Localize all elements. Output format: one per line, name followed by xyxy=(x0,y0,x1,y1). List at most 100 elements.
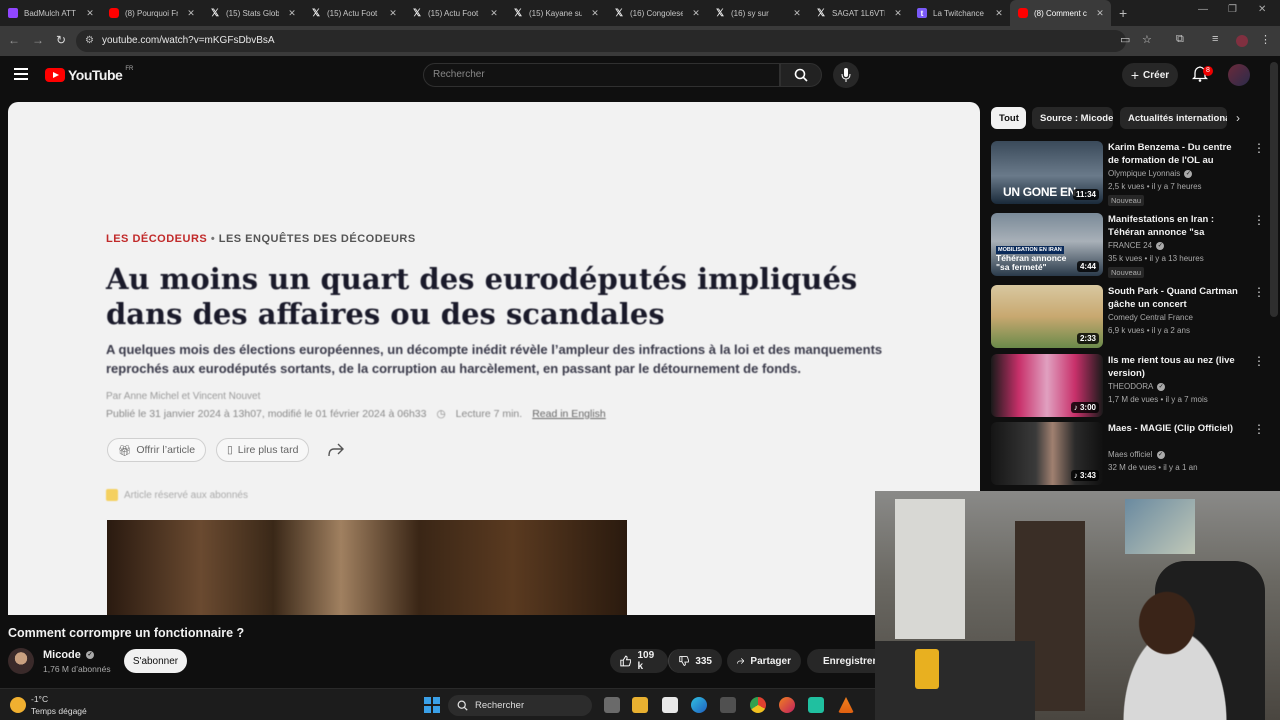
account-avatar[interactable] xyxy=(1228,64,1250,86)
video-title: South Park - Quand Cartman gâche un conc… xyxy=(1108,286,1238,310)
firefox-icon[interactable] xyxy=(779,697,795,713)
browser-tab[interactable]: t La Twitchance ✕ xyxy=(909,0,1010,26)
browser-tab[interactable]: 𝕏 (15) Stats Glob ✕ xyxy=(202,0,303,26)
close-tab-icon[interactable]: ✕ xyxy=(487,8,501,19)
close-tab-icon[interactable]: ✕ xyxy=(790,8,804,19)
minimize-icon[interactable]: — xyxy=(1198,4,1208,15)
more-options-icon[interactable]: ⋮ xyxy=(1253,286,1265,298)
more-options-icon[interactable]: ⋮ xyxy=(1253,214,1265,226)
taskbar-search[interactable]: Rechercher xyxy=(448,695,592,716)
like-count: 109 k xyxy=(637,650,655,672)
reload-icon[interactable]: ↻ xyxy=(56,33,66,47)
video-thumbnail[interactable]: UN GONE EN 11:34 xyxy=(991,141,1103,204)
browser-menu-icon[interactable]: ⋮ xyxy=(1260,33,1271,46)
channel-name[interactable]: Micode ✓ xyxy=(43,649,94,661)
browser-tab[interactable]: 𝕏 (15) Actu Foot ✕ xyxy=(303,0,404,26)
recommendation-item[interactable]: UN GONE EN 11:34 Karim Benzema - Du cent… xyxy=(991,141,1265,206)
share-button[interactable]: Partager xyxy=(727,649,801,673)
close-tab-icon[interactable]: ✕ xyxy=(1093,8,1107,19)
close-tab-icon[interactable]: ✕ xyxy=(285,8,299,19)
url-field[interactable]: ⚙ youtube.com/watch?v=mKGFsDbvBsA xyxy=(76,30,1126,52)
voice-search-button[interactable] xyxy=(833,62,859,88)
x-icon: 𝕏 xyxy=(412,7,422,19)
recommendation-item[interactable]: 2:33 South Park - Quand Cartman gâche un… xyxy=(991,285,1265,349)
youtube-icon xyxy=(1018,8,1028,18)
dislike-button[interactable]: 335 xyxy=(668,649,722,673)
channel-name-text: Olympique Lyonnais xyxy=(1108,169,1181,178)
new-tab-icon[interactable]: + xyxy=(1119,5,1127,21)
recommendation-item[interactable]: ♪ 3:43 Maes - MAGIE (Clip Officiel) Maes… xyxy=(991,422,1265,486)
video-player[interactable]: LES DÉCODEURS • LES ENQUÊTES DES DÉCODEU… xyxy=(8,102,980,615)
chrome-icon[interactable] xyxy=(750,697,766,713)
browser-tab[interactable]: 𝕏 SAGAT 1L6VTE ✕ xyxy=(808,0,909,26)
more-options-icon[interactable]: ⋮ xyxy=(1253,142,1265,154)
page-scrollbar[interactable] xyxy=(1270,62,1278,317)
more-options-icon[interactable]: ⋮ xyxy=(1253,355,1265,367)
chip-international-news[interactable]: Actualités internationales xyxy=(1120,107,1227,129)
profile-icon[interactable] xyxy=(1236,35,1248,47)
close-tab-icon[interactable]: ✕ xyxy=(386,8,400,19)
close-tab-icon[interactable]: ✕ xyxy=(689,8,703,19)
close-tab-icon[interactable]: ✕ xyxy=(588,8,602,19)
video-thumbnail[interactable]: ♪ 3:00 xyxy=(991,354,1103,417)
cast-icon[interactable]: ▭ xyxy=(1120,33,1130,46)
task-view-icon[interactable] xyxy=(604,697,620,713)
back-icon[interactable]: ← xyxy=(8,33,20,47)
vlc-icon[interactable] xyxy=(838,697,854,713)
window-close-icon[interactable]: ✕ xyxy=(1258,4,1266,15)
browser-tab[interactable]: BadMulch ATT ✕ xyxy=(0,0,101,26)
browser-tab[interactable]: (8) Pourquoi Fr ✕ xyxy=(101,0,202,26)
store-icon[interactable] xyxy=(720,697,736,713)
streamer-webcam xyxy=(875,491,1280,720)
close-tab-icon[interactable]: ✕ xyxy=(992,8,1006,19)
webcam-streamer xyxy=(1095,581,1255,720)
browser-tab[interactable]: 𝕏 (16) sy sur ✕ xyxy=(707,0,808,26)
weather-moon-icon[interactable] xyxy=(10,697,26,713)
tab-title: (15) Actu Foot xyxy=(428,8,479,18)
browser-tab-active[interactable]: (8) Comment c ✕ xyxy=(1010,0,1111,26)
forward-icon[interactable]: → xyxy=(32,33,44,47)
browser-tab[interactable]: 𝕏 (16) Congolese ✕ xyxy=(606,0,707,26)
browser-tab[interactable]: 𝕏 (15) Kayane su ✕ xyxy=(505,0,606,26)
site-info-icon[interactable]: ⚙ xyxy=(85,30,94,52)
windows-start-icon[interactable] xyxy=(424,697,440,713)
x-icon: 𝕏 xyxy=(715,7,725,19)
recommendation-item[interactable]: ♪ 3:00 Ils me rient tous au nez (live ve… xyxy=(991,354,1265,418)
recommendation-item[interactable]: MOBILISATION EN IRAN Téhéran annonce "sa… xyxy=(991,213,1265,278)
chevron-right-icon[interactable]: › xyxy=(1236,111,1240,125)
tab-title: SAGAT 1L6VTE xyxy=(832,8,885,18)
subscribe-button[interactable]: S'abonner xyxy=(124,649,187,673)
close-tab-icon[interactable]: ✕ xyxy=(891,8,905,19)
duration-text: 3:00 xyxy=(1079,403,1096,412)
search-input[interactable]: Rechercher xyxy=(423,63,780,87)
app-icon[interactable] xyxy=(808,697,824,713)
channel-avatar[interactable] xyxy=(8,648,34,674)
extensions-icon[interactable]: ⧉ xyxy=(1176,33,1184,46)
edge-icon[interactable] xyxy=(691,697,707,713)
search-button[interactable] xyxy=(780,63,822,87)
video-thumbnail[interactable]: MOBILISATION EN IRAN Téhéran annonce "sa… xyxy=(991,213,1103,276)
media-icon[interactable]: ≡ xyxy=(1212,33,1218,45)
address-bar-row: ← → ↻ ⚙ youtube.com/watch?v=mKGFsDbvBsA … xyxy=(0,26,1280,56)
close-tab-icon[interactable]: ✕ xyxy=(184,8,198,19)
video-thumbnail[interactable]: ♪ 3:43 xyxy=(991,422,1103,485)
file-explorer-icon[interactable] xyxy=(632,697,648,713)
hamburger-menu-icon[interactable] xyxy=(14,68,28,80)
webcam-poster xyxy=(1125,499,1195,554)
more-options-icon[interactable]: ⋮ xyxy=(1253,423,1265,435)
chip-all[interactable]: Tout xyxy=(991,107,1026,129)
maximize-icon[interactable]: ❐ xyxy=(1228,4,1237,15)
like-button[interactable]: 109 k xyxy=(610,649,668,673)
channel-name: FRANCE 24 ✓ xyxy=(1108,241,1165,250)
youtube-logo[interactable]: YouTube FR xyxy=(45,66,133,83)
create-button[interactable]: + Créer xyxy=(1122,63,1178,87)
save-button[interactable]: Enregistrer xyxy=(807,649,875,673)
video-thumbnail[interactable]: 2:33 xyxy=(991,285,1103,348)
document-icon[interactable] xyxy=(662,697,678,713)
close-tab-icon[interactable]: ✕ xyxy=(83,8,97,19)
browser-tab[interactable]: 𝕏 (15) Actu Foot ✕ xyxy=(404,0,505,26)
tab-title: (8) Comment c xyxy=(1034,8,1087,18)
bookmark-star-icon[interactable]: ☆ xyxy=(1142,33,1152,46)
verified-icon: ✓ xyxy=(85,651,94,660)
chip-source-micode[interactable]: Source : Micode xyxy=(1032,107,1113,129)
